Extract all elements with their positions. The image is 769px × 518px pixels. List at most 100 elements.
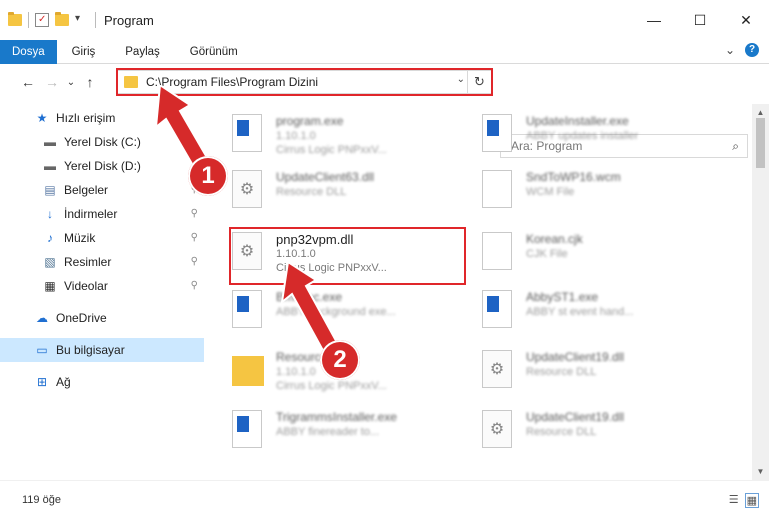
properties-icon[interactable]: ✓ — [35, 13, 49, 27]
music-icon: ♪ — [47, 231, 53, 245]
pin-icon[interactable]: ⚲ — [191, 280, 198, 291]
sidebar-item-label: Hızlı erişim — [56, 111, 116, 125]
sidebar-item-music[interactable]: ♪ Müzik ⚲ — [0, 226, 204, 250]
exe-icon — [232, 114, 266, 154]
item-count: 119 öğe — [22, 493, 61, 506]
cloud-icon: ☁ — [36, 311, 48, 325]
folder-icon — [8, 12, 22, 26]
title-bar: ✓ ▾ Program — ☐ ✕ — [0, 0, 769, 40]
scroll-thumb[interactable] — [756, 118, 765, 168]
list-item[interactable]: UpdateInstaller.exe ABBY updates install… — [470, 108, 710, 160]
file-name: TrigrammsInstaller.exe — [276, 410, 397, 424]
file-detail: 1.10.1.0 — [276, 130, 316, 142]
exe-icon — [232, 290, 266, 330]
window-title: Program — [104, 12, 154, 28]
network-icon: ⊞ — [36, 375, 48, 389]
sidebar-item-onedrive[interactable]: ☁ OneDrive — [0, 306, 204, 330]
file-detail: CJK File — [526, 248, 568, 260]
sidebar-item-label: Ağ — [56, 375, 71, 389]
expand-ribbon-icon[interactable]: ⌄ — [725, 43, 735, 57]
divider — [28, 12, 29, 28]
file-detail: ABBY finereader to... — [276, 426, 380, 438]
dll-icon: ⚙ — [232, 170, 266, 210]
sidebar-item-this-pc[interactable]: ▭ Bu bilgisayar — [0, 338, 204, 362]
pictures-icon: ▧ — [44, 255, 56, 269]
ribbon-tabs: Dosya Giriş Paylaş Görünüm ⌄ ? — [0, 39, 769, 64]
details-view-icon[interactable]: ☰ — [729, 493, 739, 508]
sidebar-item-network[interactable]: ⊞ Ağ — [0, 370, 204, 394]
exe-icon — [232, 410, 266, 450]
file-icon — [482, 232, 516, 272]
minimize-button[interactable]: — — [631, 0, 677, 40]
recent-locations-icon[interactable]: ⌄ — [64, 77, 78, 88]
list-item[interactable]: ⚙ UpdateClient19.dll Resource DLL — [470, 344, 710, 396]
file-name: AbbyST1.exe — [526, 290, 599, 304]
file-detail: WCM File — [526, 186, 575, 198]
file-detail: Cirrus Logic PNPxxV... — [276, 380, 387, 392]
status-bar: 119 öğe ☰ ▦ — [0, 480, 769, 518]
list-item[interactable]: program.exe 1.10.1.0 Cirrus Logic PNPxxV… — [220, 108, 460, 160]
divider — [95, 12, 96, 28]
sidebar-item-label: Yerel Disk (D:) — [64, 159, 141, 173]
scroll-down-icon[interactable]: ▼ — [752, 463, 769, 480]
back-button[interactable]: ← — [16, 74, 40, 90]
file-icon — [482, 170, 516, 210]
up-button[interactable]: ↑ — [78, 74, 102, 90]
list-item[interactable]: ⚙ UpdateClient63.dll Resource DLL — [220, 164, 460, 216]
file-name: UpdateClient19.dll — [526, 350, 625, 364]
file-name: UpdateClient19.dll — [526, 410, 625, 424]
file-name: program.exe — [276, 114, 344, 128]
file-detail: ABBY st event hand... — [526, 306, 634, 318]
file-detail: Resource DLL — [276, 186, 347, 198]
dll-icon: ⚙ — [482, 350, 516, 390]
sidebar-item-label: Müzik — [64, 231, 96, 245]
vertical-scrollbar[interactable]: ▲ ▼ — [752, 104, 769, 480]
exe-icon — [482, 290, 516, 330]
file-detail: Cirrus Logic PNPxxV... — [276, 144, 387, 156]
sidebar-item-label: Videolar — [64, 279, 108, 293]
sidebar-item-label: Bu bilgisayar — [56, 343, 125, 357]
window-controls: — ☐ ✕ — [631, 0, 769, 40]
tiles-view-icon[interactable]: ▦ — [744, 493, 759, 508]
customize-toolbar-icon[interactable]: ▾ — [75, 13, 89, 27]
exe-icon — [482, 114, 516, 154]
file-detail: Resource DLL — [526, 366, 597, 378]
drive-icon: ▬ — [44, 135, 56, 149]
pin-icon[interactable]: ⚲ — [191, 232, 198, 243]
forward-button[interactable]: → — [40, 74, 64, 90]
list-item[interactable]: TrigrammsInstaller.exe ABBY finereader t… — [220, 404, 460, 456]
sidebar-item-label: Resimler — [64, 255, 112, 269]
dll-icon: ⚙ — [482, 410, 516, 450]
computer-icon: ▭ — [36, 343, 48, 357]
file-detail: Resource DLL — [526, 426, 597, 438]
pin-icon[interactable]: ⚲ — [191, 208, 198, 219]
sidebar-item-label: Belgeler — [64, 183, 109, 197]
list-item[interactable]: SndToWP16.wcm WCM File — [470, 164, 710, 216]
list-item[interactable]: AbbyST1.exe ABBY st event hand... — [470, 284, 710, 336]
star-icon: ★ — [36, 111, 48, 125]
close-button[interactable]: ✕ — [723, 0, 769, 40]
step-badge-1: 1 — [188, 156, 228, 196]
sidebar-item-label: Yerel Disk (C:) — [64, 135, 141, 149]
sidebar-item-pictures[interactable]: ▧ Resimler ⚲ — [0, 250, 204, 274]
folder-icon — [232, 350, 266, 390]
file-name: UpdateClient63.dll — [276, 170, 375, 184]
step-badge-2: 2 — [320, 340, 360, 380]
help-icon[interactable]: ? — [745, 43, 759, 57]
tab-share[interactable]: Paylaş — [110, 40, 175, 64]
pin-icon[interactable]: ⚲ — [191, 256, 198, 267]
sidebar-item-videos[interactable]: ▦ Videolar ⚲ — [0, 274, 204, 298]
downloads-icon: ↓ — [47, 207, 53, 221]
documents-icon: ▤ — [44, 183, 56, 197]
tab-view[interactable]: Görünüm — [175, 40, 253, 64]
sidebar-item-downloads[interactable]: ↓ İndirmeler ⚲ — [0, 202, 204, 226]
tab-file[interactable]: Dosya — [0, 39, 57, 64]
sidebar-item-label: İndirmeler — [64, 207, 118, 221]
list-item[interactable]: Korean.cjk CJK File — [470, 226, 710, 278]
drive-icon: ▬ — [44, 159, 56, 173]
tab-home[interactable]: Giriş — [57, 40, 111, 64]
file-name: UpdateInstaller.exe — [526, 114, 629, 128]
new-folder-icon[interactable] — [55, 12, 69, 26]
list-item[interactable]: ⚙ UpdateClient19.dll Resource DLL — [470, 404, 710, 456]
maximize-button[interactable]: ☐ — [677, 0, 723, 40]
